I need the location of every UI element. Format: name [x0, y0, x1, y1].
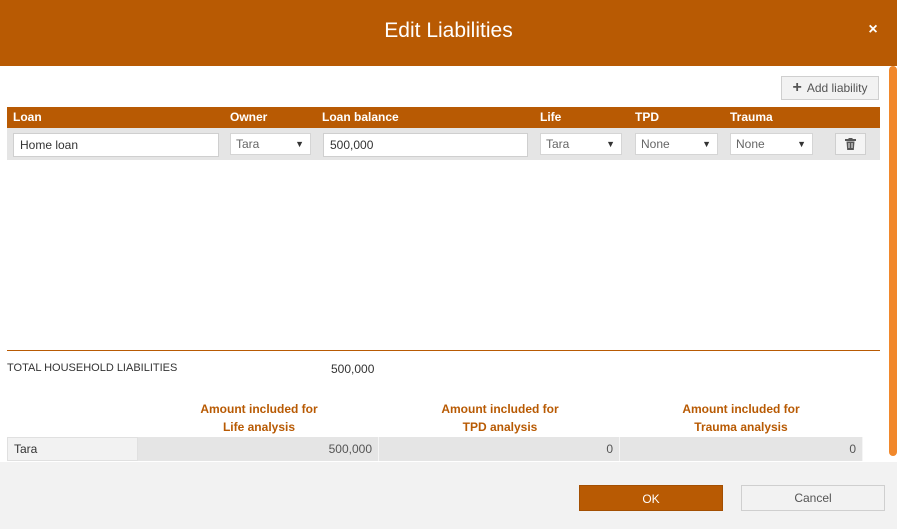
- close-icon[interactable]: ×: [864, 18, 882, 42]
- life-analysis-header: Amount included for Life analysis: [139, 400, 379, 436]
- total-household-liabilities-label: TOTAL HOUSEHOLD LIABILITIES: [7, 362, 178, 374]
- tpd-analysis-header-line2: TPD analysis: [462, 420, 538, 434]
- life-analysis-header-line1: Amount included for: [200, 402, 318, 416]
- owner-select-value: Tara: [236, 137, 260, 151]
- cancel-button[interactable]: Cancel: [741, 485, 885, 511]
- loan-balance-input[interactable]: 500,000: [323, 133, 528, 157]
- col-header-tpd: TPD: [635, 110, 659, 124]
- col-header-loan: Loan: [13, 110, 42, 124]
- trauma-analysis-header-line2: Trauma analysis: [694, 420, 788, 434]
- add-liability-label: Add liability: [806, 81, 868, 95]
- col-header-trauma: Trauma: [730, 110, 773, 124]
- trauma-analysis-header-line1: Amount included for: [682, 402, 800, 416]
- ok-button[interactable]: OK: [579, 485, 723, 511]
- scrollbar-thumb[interactable]: [889, 66, 897, 456]
- chevron-down-icon: ▼: [702, 139, 711, 149]
- liabilities-table-header: Loan Owner Loan balance Life TPD Trauma: [7, 107, 880, 128]
- table-row: Home loan Tara ▼ 500,000 Tara ▼ None ▼ N…: [7, 128, 880, 160]
- trash-icon: [845, 138, 856, 150]
- delete-liability-button[interactable]: [835, 133, 866, 155]
- chevron-down-icon: ▼: [295, 139, 304, 149]
- analysis-row-name: Tara: [7, 437, 138, 461]
- chevron-down-icon: ▼: [797, 139, 806, 149]
- tpd-analysis-header-line1: Amount included for: [441, 402, 559, 416]
- dialog-title: Edit Liabilities: [384, 19, 513, 42]
- tpd-analysis-header: Amount included for TPD analysis: [380, 400, 620, 436]
- col-header-owner: Owner: [230, 110, 268, 124]
- plus-icon: +: [792, 79, 802, 96]
- col-header-life: Life: [540, 110, 562, 124]
- trauma-analysis-header: Amount included for Trauma analysis: [621, 400, 861, 436]
- chevron-down-icon: ▼: [606, 139, 615, 149]
- trauma-select-value: None: [736, 137, 765, 151]
- analysis-life-amount: 500,000: [138, 437, 379, 461]
- totals-divider: [7, 350, 880, 351]
- analysis-row: Tara 500,000 0 0: [7, 437, 863, 461]
- trauma-select[interactable]: None ▼: [730, 133, 813, 155]
- add-liability-button[interactable]: + Add liability: [781, 76, 879, 100]
- col-header-balance: Loan balance: [322, 110, 399, 124]
- life-analysis-header-line2: Life analysis: [222, 420, 296, 434]
- loan-name-input[interactable]: Home loan: [13, 133, 219, 157]
- tpd-select-value: None: [641, 137, 670, 151]
- tpd-select[interactable]: None ▼: [635, 133, 718, 155]
- life-select[interactable]: Tara ▼: [540, 133, 622, 155]
- total-household-liabilities-value: 500,000: [331, 362, 375, 376]
- owner-select[interactable]: Tara ▼: [230, 133, 311, 155]
- life-select-value: Tara: [546, 137, 570, 151]
- analysis-tpd-amount: 0: [379, 437, 620, 461]
- analysis-trauma-amount: 0: [620, 437, 863, 461]
